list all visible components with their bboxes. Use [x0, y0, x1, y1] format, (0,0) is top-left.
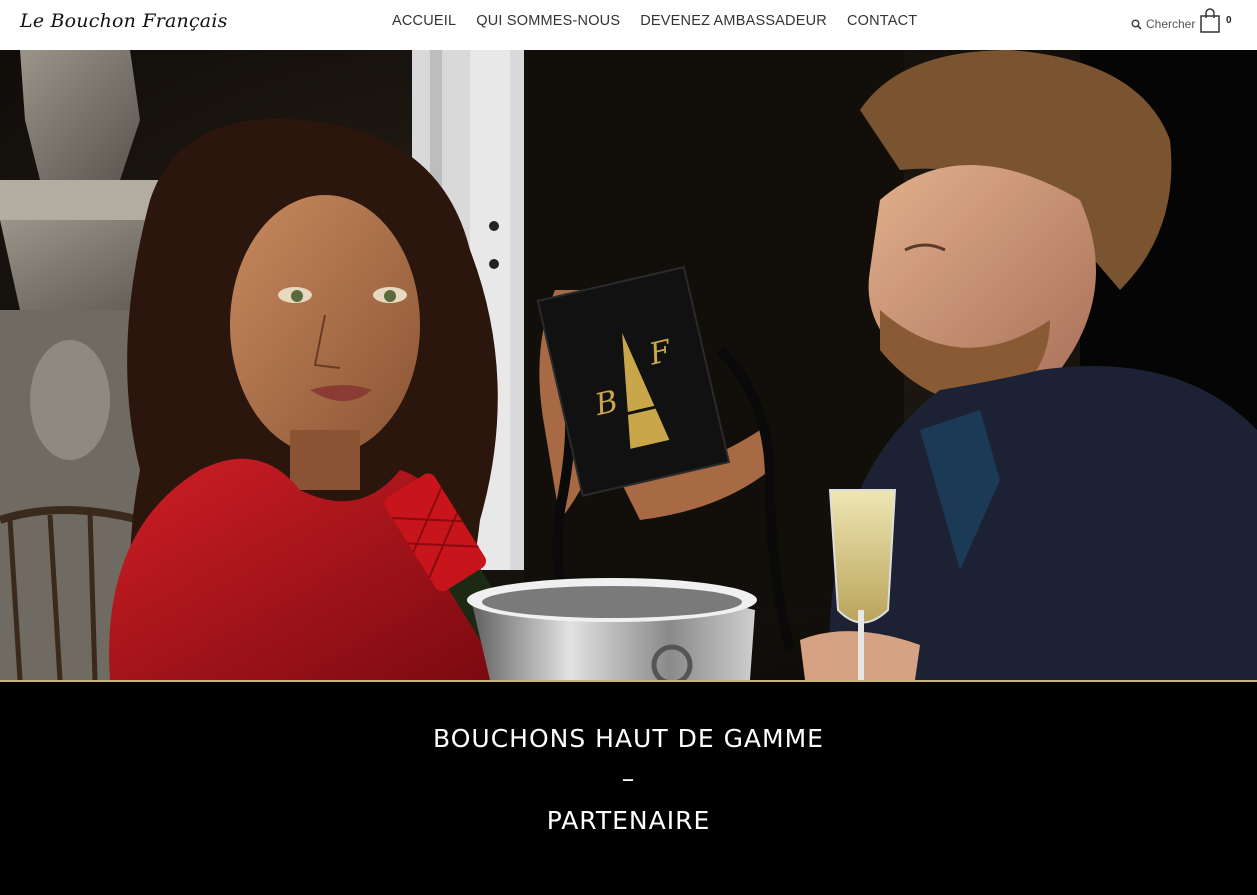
hero-image: B F	[0, 50, 1257, 680]
nav-item-accueil[interactable]: ACCUEIL	[392, 13, 456, 29]
brand-logo[interactable]: Le Bouchon Français	[20, 10, 228, 32]
search-icon	[1131, 18, 1142, 30]
search-label: Chercher	[1146, 17, 1196, 31]
cart-count: 0	[1226, 15, 1232, 26]
nav-item-contact[interactable]: CONTACT	[847, 13, 917, 29]
tagline-line-1: BOUCHONS HAUT DE GAMME	[433, 724, 824, 753]
shopping-bag-icon	[1200, 8, 1220, 33]
tagline-banner: BOUCHONS HAUT DE GAMME – PARTENAIRE	[0, 682, 1257, 895]
tagline-line-2: PARTENAIRE	[546, 806, 711, 835]
site-header: Le Bouchon Français ACCUEIL QUI SOMMES-N…	[0, 0, 1257, 50]
nav-item-qui-sommes-nous[interactable]: QUI SOMMES-NOUS	[476, 13, 620, 29]
main-nav: ACCUEIL QUI SOMMES-NOUS DEVENEZ AMBASSAD…	[392, 13, 937, 29]
cart-button[interactable]	[1199, 8, 1221, 39]
search-button[interactable]: Chercher	[1131, 17, 1195, 31]
nav-item-devenez-ambassadeur[interactable]: DEVENEZ AMBASSADEUR	[640, 13, 827, 29]
tagline-separator: –	[621, 764, 636, 793]
